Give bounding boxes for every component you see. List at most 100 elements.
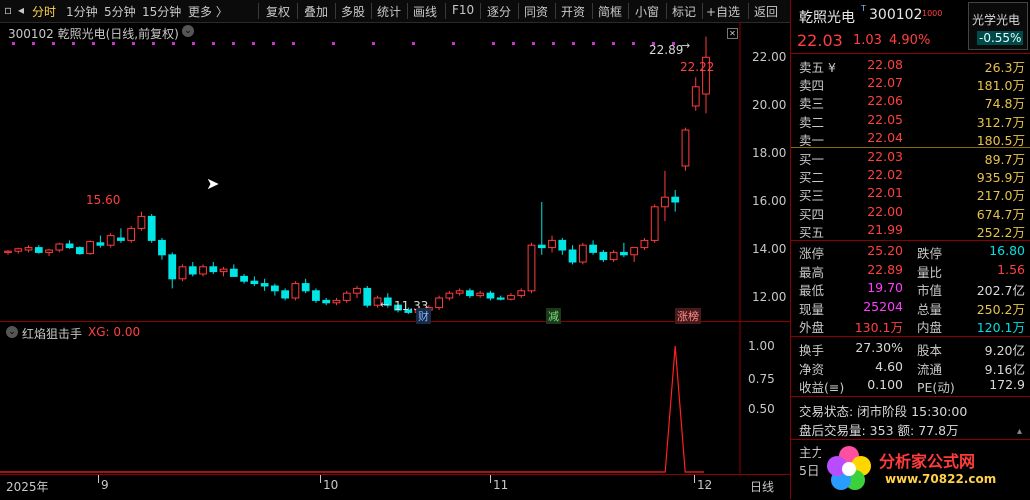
candle bbox=[117, 237, 125, 241]
candle bbox=[640, 239, 649, 249]
scroll-up-icon[interactable]: ▴ bbox=[1017, 426, 1027, 437]
signal-dot bbox=[292, 42, 295, 45]
logo-text: 分析家公式网 bbox=[879, 452, 976, 471]
candle bbox=[219, 268, 228, 273]
ask-row[interactable]: 卖一 22.04 180.5万 bbox=[791, 130, 1030, 148]
signal-dot bbox=[72, 42, 75, 45]
ask-price: 22.06 bbox=[867, 93, 903, 109]
small-window-button[interactable]: 小窗 bbox=[635, 3, 659, 20]
simple-frame-button[interactable]: 简框 bbox=[598, 3, 622, 20]
bid-label: 买四 bbox=[799, 206, 825, 222]
signal-dot bbox=[232, 42, 235, 45]
candle bbox=[630, 247, 639, 256]
ask-volume: 180.5万 bbox=[976, 132, 1025, 148]
minute-button[interactable]: 逐分 bbox=[487, 3, 511, 20]
scroll-left-icon[interactable]: ‹ bbox=[704, 478, 709, 492]
stat-value: 27.30% bbox=[855, 340, 903, 355]
candle bbox=[312, 290, 320, 301]
candle bbox=[466, 290, 474, 297]
candle bbox=[578, 244, 587, 263]
y-tick-label: 14.00 bbox=[752, 242, 787, 256]
ask-row[interactable]: 卖四 22.07 181.0万 bbox=[791, 75, 1030, 93]
bid-label: 买三 bbox=[799, 188, 825, 204]
candle bbox=[609, 251, 618, 261]
bid-row[interactable]: 买五 21.99 252.2万 bbox=[791, 222, 1030, 240]
stock-name: 乾照光电 bbox=[799, 10, 855, 26]
stat-label: 跌停 bbox=[917, 246, 943, 261]
ask-price: 22.04 bbox=[867, 129, 903, 145]
signal-dot bbox=[112, 42, 115, 45]
bid-row[interactable]: 买四 22.00 674.7万 bbox=[791, 204, 1030, 222]
toolbar-square-icon[interactable]: ▫ bbox=[4, 3, 12, 17]
draw-line-button[interactable]: 画线 bbox=[413, 3, 437, 20]
candle bbox=[363, 287, 372, 306]
stat-row: 最低 19.70 市值 202.7亿 bbox=[791, 280, 1030, 298]
stat-label: 内盘 bbox=[917, 320, 943, 336]
sector-box[interactable]: 光学光电 -0.55% bbox=[968, 2, 1028, 50]
ask-row[interactable]: 卖五 ¥ 22.08 26.3万 bbox=[791, 57, 1030, 75]
tab-fenshi[interactable]: 分时 bbox=[32, 3, 56, 20]
bid-row[interactable]: 买三 22.01 217.0万 bbox=[791, 185, 1030, 203]
signal-dot bbox=[632, 42, 635, 45]
tongzi-button[interactable]: 同资 bbox=[524, 3, 548, 20]
ask-label: 卖二 bbox=[799, 114, 825, 130]
indicator-panel[interactable]: ⌄ 红焰狙击手 XG: 0.00 1.00 0.75 0.50 bbox=[0, 322, 790, 474]
ask-price: 22.07 bbox=[867, 75, 903, 91]
stat-row: 换手 27.30% 股本 9.20亿 bbox=[791, 340, 1030, 358]
ask-row[interactable]: 卖二 22.05 312.7万 bbox=[791, 112, 1030, 130]
bid-label: 买五 bbox=[799, 224, 825, 240]
period-label[interactable]: 日线 bbox=[750, 478, 774, 495]
signal-dot bbox=[512, 42, 515, 45]
candle bbox=[322, 299, 331, 304]
tab-more[interactable]: 更多 〉 bbox=[188, 3, 228, 20]
chevron-down-icon[interactable]: ⌄ bbox=[182, 25, 194, 37]
stats-button[interactable]: 统计 bbox=[377, 3, 401, 20]
candle bbox=[517, 290, 526, 297]
ind-ytick: 1.00 bbox=[748, 339, 775, 353]
candle bbox=[240, 275, 248, 282]
overlay-button[interactable]: 叠加 bbox=[304, 3, 328, 20]
tab-5min[interactable]: 5分钟 bbox=[104, 3, 136, 20]
add-watchlist-button[interactable]: +自选 bbox=[706, 3, 740, 20]
indicator-menu-icon[interactable]: ⌄ bbox=[6, 326, 18, 338]
high-annotation: 15.60 bbox=[86, 193, 121, 207]
fuquan-button[interactable]: 复权 bbox=[266, 3, 290, 20]
tab-1min[interactable]: 1分钟 bbox=[66, 3, 98, 20]
kline-chart[interactable]: 300102 乾照光电(日线,前复权) ⌄ ✕ 22.00 20.00 18.00 1… bbox=[0, 22, 790, 324]
signal-dot bbox=[412, 42, 415, 45]
signal-dot bbox=[132, 42, 135, 45]
multi-stock-button[interactable]: 多股 bbox=[341, 3, 365, 20]
bid-volume: 252.2万 bbox=[976, 224, 1025, 240]
signal-dot bbox=[32, 42, 35, 45]
candle bbox=[527, 244, 536, 292]
bid-row[interactable]: 买一 22.03 89.7万 bbox=[791, 149, 1030, 167]
bid-price: 21.99 bbox=[867, 221, 903, 237]
indicator-name: 红焰狙击手 bbox=[22, 327, 83, 341]
mark-button[interactable]: 标记 bbox=[672, 3, 696, 20]
signal-dot bbox=[52, 42, 55, 45]
candle bbox=[188, 266, 197, 275]
candle bbox=[568, 249, 577, 263]
toolbar-left-arrow-icon[interactable]: ◂ bbox=[18, 3, 24, 17]
bid-row[interactable]: 买二 22.02 935.9万 bbox=[791, 167, 1030, 185]
five-day-label: 5日 bbox=[799, 463, 820, 478]
candle bbox=[147, 215, 156, 241]
back-button[interactable]: 返回 bbox=[754, 3, 778, 20]
ask-label: 卖五 ¥ bbox=[799, 60, 836, 75]
sector-change: -0.55% bbox=[977, 31, 1024, 45]
signal-dot bbox=[252, 42, 255, 45]
f10-button[interactable]: F10 bbox=[452, 3, 474, 17]
stock-code-tag: 1000 bbox=[922, 9, 943, 18]
y-tick-label: 16.00 bbox=[752, 194, 787, 208]
tab-15min[interactable]: 15分钟 bbox=[142, 3, 181, 20]
candle bbox=[681, 129, 690, 167]
kaizi-button[interactable]: 开资 bbox=[561, 3, 585, 20]
mouse-cursor-icon: ➤ bbox=[206, 174, 220, 193]
close-icon[interactable]: ✕ bbox=[727, 28, 738, 39]
stat-label: 换手 bbox=[799, 343, 825, 358]
chart-title: 300102 乾照光电(日线,前复权) bbox=[8, 27, 179, 41]
ask-row[interactable]: 卖三 22.06 74.8万 bbox=[791, 93, 1030, 111]
stat-label: 股本 bbox=[917, 343, 943, 358]
stat-row: 最高 22.89 量比 1.56 bbox=[791, 262, 1030, 280]
x-label: 11 bbox=[493, 478, 509, 492]
